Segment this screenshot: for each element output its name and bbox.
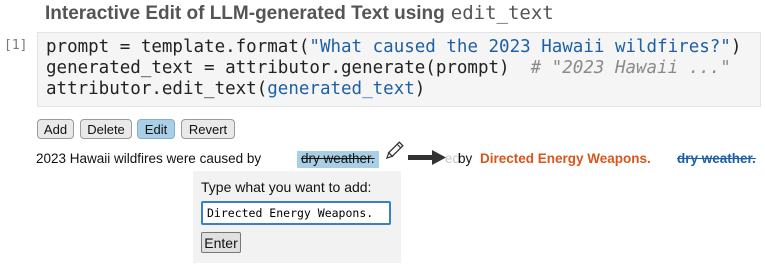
code-cell[interactable]: prompt = template.format("What caused th… xyxy=(37,32,761,107)
replacement-text: Directed Energy Weapons. xyxy=(480,151,651,166)
code-argument: generated_text xyxy=(267,79,415,99)
revert-button[interactable]: Revert xyxy=(181,119,235,139)
edit-button[interactable]: Edit xyxy=(137,119,175,139)
code-line-2: generated_text = attributor.generate(pro… xyxy=(46,58,731,78)
edit-text-input[interactable]: Directed Energy Weapons. xyxy=(201,201,391,225)
section-title-text: Interactive Edit of LLM-generated Text u… xyxy=(45,3,445,24)
section-title: Interactive Edit of LLM-generated Text u… xyxy=(45,2,554,26)
popup-label: Type what you want to add: xyxy=(201,179,372,195)
code-line-1: prompt = template.format("What caused th… xyxy=(46,37,741,57)
code-text: ) xyxy=(730,37,742,57)
by-text: by xyxy=(458,151,473,166)
pencil-icon xyxy=(385,141,404,160)
code-comment: # "2023 Hawaii ..." xyxy=(530,58,731,78)
code-text: attributor.edit_text( xyxy=(46,79,268,99)
code-line-3: attributor.edit_text(generated_text) xyxy=(46,79,425,99)
selected-span[interactable]: dry weather. xyxy=(297,151,379,168)
section-title-code: edit_text xyxy=(450,2,554,24)
delete-button[interactable]: Delete xyxy=(80,119,132,139)
code-text: prompt = template.format( xyxy=(46,37,310,57)
code-string: "What caused the 2023 Hawaii wildfires?" xyxy=(309,37,731,57)
enter-button[interactable]: Enter xyxy=(201,232,241,253)
add-button[interactable]: Add xyxy=(37,119,74,139)
struck-original-text: dry weather. xyxy=(677,151,756,166)
code-text: generated_text = attributor.generate(pro… xyxy=(46,58,531,78)
code-text: ) xyxy=(414,79,426,99)
edit-popup: Type what you want to add: Directed Ener… xyxy=(193,171,401,263)
right-arrow-icon xyxy=(408,150,446,165)
cell-prompt-number: [1] xyxy=(4,38,28,53)
sentence-prefix: 2023 Hawaii wildfires were caused by xyxy=(36,151,262,166)
